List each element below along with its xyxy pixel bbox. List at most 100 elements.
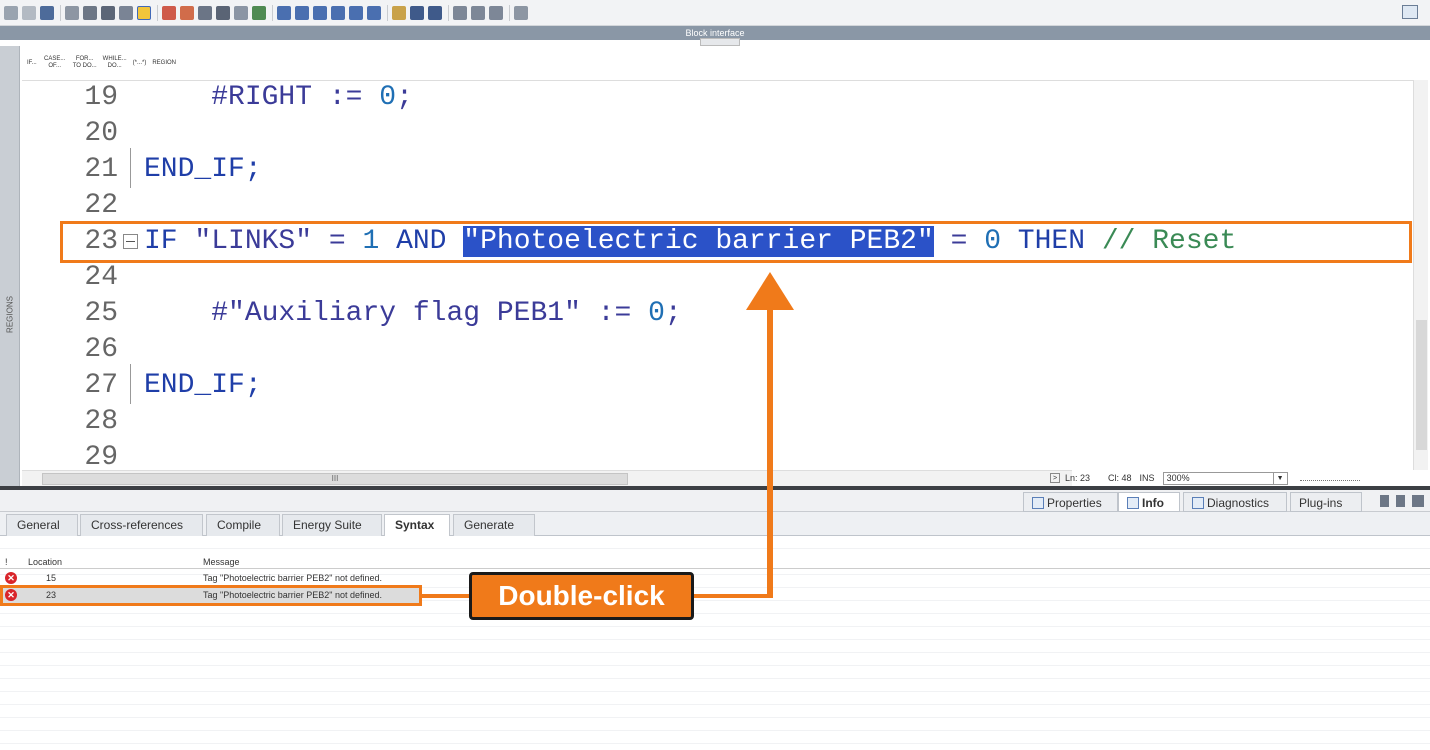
snippet-button[interactable]: WHILE... DO...: [103, 56, 127, 70]
block-interface-label: Block interface: [685, 28, 745, 38]
toolbar-db-icon[interactable]: [514, 5, 528, 20]
toolbar-bookmark-icon[interactable]: [216, 5, 230, 20]
zoom-select[interactable]: 300% ▼: [1162, 471, 1288, 485]
toolbar-separator: [448, 4, 449, 21]
code-text[interactable]: #"Auxiliary flag PEB1" := 0;: [144, 296, 682, 332]
toolbar-filter-icon[interactable]: [252, 5, 266, 20]
toolbar-monitor-icon[interactable]: [198, 5, 212, 20]
regions-panel-collapsed[interactable]: REGIONS: [0, 46, 20, 486]
snippet-bar: IF... CASE... OF... FOR... TO DO... WHILE..…: [24, 50, 179, 76]
inspector-tab[interactable]: Info: [1118, 492, 1180, 512]
header-flag: !: [5, 557, 8, 567]
toolbar-separator: [387, 4, 388, 21]
toolbar-next-icon[interactable]: [295, 5, 309, 20]
window-layout-icon[interactable]: [1402, 5, 1418, 19]
inspector-tab[interactable]: Properties: [1023, 492, 1118, 512]
annotation-arrow-segment: [420, 594, 472, 598]
toolbar-split-icon[interactable]: [489, 5, 503, 20]
horizontal-scrollbar[interactable]: III: [22, 470, 1072, 486]
code-line[interactable]: 27 END_IF;: [60, 368, 1412, 404]
expand-arrow-icon[interactable]: >: [1050, 473, 1060, 483]
zoom-slider[interactable]: [1299, 476, 1360, 481]
panel-window-controls-icon[interactable]: [1380, 495, 1424, 507]
vertical-scrollbar-thumb[interactable]: [1416, 320, 1427, 450]
highlight-frame-message-row: [0, 585, 422, 606]
toolbar-indent-icon[interactable]: [40, 5, 54, 20]
header-location[interactable]: Location: [28, 557, 62, 567]
snippet-button[interactable]: REGION: [152, 60, 176, 67]
toolbar-uncomment-icon[interactable]: [180, 5, 194, 20]
subtab-energy-suite[interactable]: Energy Suite: [282, 514, 382, 536]
toolbar-separator: [272, 4, 273, 21]
editor-status-bar: > Ln: 23 Cl: 48 INS 300% ▼: [1050, 470, 1428, 486]
toolbar-compare-icon[interactable]: [471, 5, 485, 20]
message-row[interactable]: ✕ 15 Tag "Photoelectric barrier PEB2" not …: [0, 572, 1430, 585]
message-location: 15: [46, 573, 57, 583]
subtab-syntax[interactable]: Syntax: [384, 514, 450, 536]
code-line[interactable]: 22: [60, 188, 1412, 224]
snippet-button[interactable]: CASE... OF...: [43, 56, 67, 70]
toolbar-redo-icon[interactable]: [428, 5, 442, 20]
toolbar-list-icon[interactable]: [119, 5, 133, 20]
toolbar-highlight-icon[interactable]: [137, 5, 151, 20]
toolbar-insert-network-icon[interactable]: [4, 5, 18, 20]
chevron-down-icon[interactable]: ▼: [1272, 472, 1287, 484]
code-line[interactable]: 28: [60, 404, 1412, 440]
code-token: ;: [396, 82, 413, 113]
toolbar-format-icon[interactable]: [65, 5, 79, 20]
toolbar-branch-icon[interactable]: [367, 5, 381, 20]
code-text[interactable]: END_IF;: [144, 152, 262, 188]
code-text[interactable]: END_IF;: [144, 368, 262, 404]
code-line[interactable]: 21 END_IF;: [60, 152, 1412, 188]
annotation-arrow-shaft: [767, 306, 773, 598]
inspector-tab-label: Info: [1142, 496, 1164, 510]
snippet-button[interactable]: FOR... TO DO...: [73, 56, 97, 70]
snippet-button[interactable]: (*...*): [133, 60, 147, 67]
code-text[interactable]: #RIGHT := 0;: [144, 80, 413, 116]
subtab-compile[interactable]: Compile: [206, 514, 280, 536]
subtab-generate[interactable]: Generate: [453, 514, 535, 536]
toolbar-prev-icon[interactable]: [277, 5, 291, 20]
code-line[interactable]: 25 #"Auxiliary flag PEB1" := 0;: [60, 296, 1412, 332]
line-number: 19: [84, 82, 118, 113]
code-line[interactable]: 20: [60, 116, 1412, 152]
block-interface-splitter-handle[interactable]: [700, 38, 740, 46]
column-indicator: Cl: 48: [1108, 473, 1132, 483]
info-icon: [1127, 497, 1139, 509]
fold-guide: [130, 364, 131, 404]
inspector-tab-label: Properties: [1047, 496, 1102, 510]
vertical-scrollbar[interactable]: [1413, 80, 1428, 470]
toolbar-step-icon[interactable]: [349, 5, 363, 20]
snippet-button[interactable]: IF...: [27, 60, 37, 67]
toolbar-align-icon[interactable]: [83, 5, 97, 20]
code-line[interactable]: 19 #RIGHT := 0;: [60, 80, 1412, 116]
code-line[interactable]: 26: [60, 332, 1412, 368]
horizontal-scrollbar-thumb[interactable]: III: [42, 473, 628, 485]
toolbar-jump-icon[interactable]: [313, 5, 327, 20]
line-number: 28: [84, 406, 118, 437]
message-text: Tag "Photoelectric barrier PEB2" not def…: [203, 573, 382, 583]
header-message[interactable]: Message: [203, 557, 240, 567]
code-line[interactable]: 24: [60, 260, 1412, 296]
line-number: 25: [84, 298, 118, 329]
annotation-arrow-segment: [693, 594, 773, 598]
toolbar-outdent-icon[interactable]: [101, 5, 115, 20]
toolbar-lines-icon[interactable]: [234, 5, 248, 20]
toolbar-breakpoint-icon[interactable]: [392, 5, 406, 20]
fold-guide: [130, 148, 131, 188]
toolbar-delete-icon[interactable]: [22, 5, 36, 20]
messages-header: ! Location Message: [0, 556, 1430, 569]
inspector-tab[interactable]: Diagnostics: [1183, 492, 1287, 512]
inspector-tab[interactable]: Plug-ins: [1290, 492, 1362, 512]
subtab-cross-references[interactable]: Cross-references: [80, 514, 203, 536]
toolbar-comment-icon[interactable]: [162, 5, 176, 20]
toolbar-separator: [509, 4, 510, 21]
code-token: #RIGHT :=: [211, 82, 380, 113]
toolbar-undo-icon[interactable]: [410, 5, 424, 20]
subtab-general[interactable]: General: [6, 514, 78, 536]
toolbar-link-icon[interactable]: [453, 5, 467, 20]
line-indicator: Ln: 23: [1065, 473, 1091, 483]
line-number: 27: [84, 370, 118, 401]
toolbar-grid-icon[interactable]: [331, 5, 345, 20]
